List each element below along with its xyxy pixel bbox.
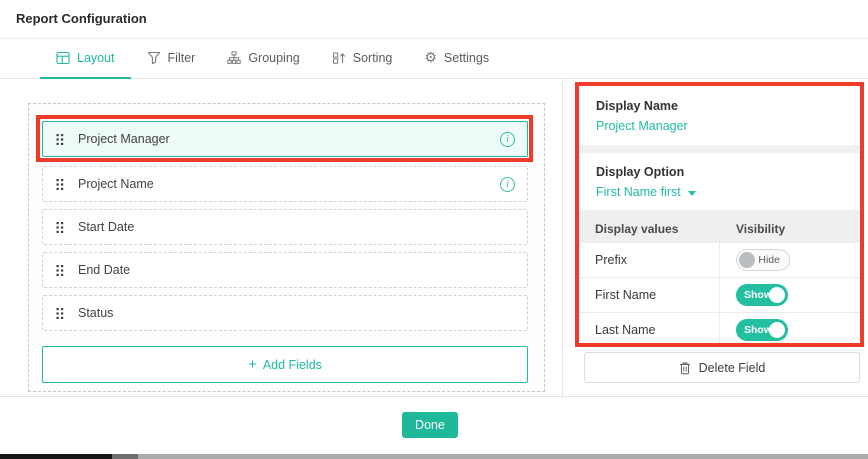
- toggle-knob: [769, 322, 785, 338]
- scrollbar-thumb-fade: [112, 454, 138, 459]
- field-row-start-date[interactable]: Start Date: [42, 209, 528, 245]
- prefix-visibility-toggle[interactable]: Hide: [736, 249, 790, 271]
- table-row-prefix: Prefix Hide: [580, 243, 860, 278]
- info-icon[interactable]: i: [500, 131, 515, 147]
- field-label: Project Manager: [78, 132, 170, 146]
- dialog-title: Report Configuration: [16, 11, 147, 26]
- visibility-table: Display values Visibility Prefix Hide Fi…: [580, 215, 860, 347]
- drag-handle-icon[interactable]: [56, 221, 65, 234]
- delete-field-button[interactable]: Delete Field: [584, 352, 860, 383]
- tab-label: Filter: [167, 51, 196, 65]
- toggle-knob: [769, 287, 785, 303]
- tab-bar: Layout Filter Grouping Sorting ⚙ Setting…: [0, 39, 868, 79]
- tab-layout[interactable]: Layout: [40, 39, 131, 79]
- field-row-end-date[interactable]: End Date: [42, 252, 528, 288]
- tab-label: Sorting: [352, 51, 393, 65]
- display-name-card: Display Name Project Manager: [580, 82, 860, 145]
- display-option-dropdown[interactable]: First Name first: [596, 185, 844, 199]
- drag-handle-icon[interactable]: [56, 264, 65, 277]
- gear-icon: ⚙: [424, 50, 437, 66]
- table-column-divider: [719, 215, 720, 347]
- field-label: Status: [78, 306, 114, 320]
- row-label: First Name: [595, 288, 657, 302]
- toggle-label: Show: [744, 289, 772, 301]
- last-name-visibility-toggle[interactable]: Show: [736, 319, 788, 341]
- plus-icon: +: [248, 355, 257, 373]
- toggle-label: Hide: [758, 254, 780, 266]
- layout-icon: [56, 51, 70, 65]
- row-label: Prefix: [595, 253, 627, 267]
- table-row-last-name: Last Name Show: [580, 313, 860, 347]
- tab-label: Settings: [443, 51, 490, 65]
- display-name-value: Project Manager: [596, 119, 688, 133]
- drag-handle-icon[interactable]: [56, 178, 65, 191]
- card-gap: [580, 145, 860, 153]
- grouping-icon: [227, 51, 242, 65]
- add-fields-label: Add Fields: [262, 357, 322, 372]
- tab-label: Grouping: [248, 51, 300, 65]
- display-option-value: First Name first: [596, 185, 681, 199]
- field-row-project-name[interactable]: Project Name i: [42, 166, 528, 202]
- first-name-visibility-toggle[interactable]: Show: [736, 284, 788, 306]
- filter-icon: [147, 51, 161, 65]
- tab-label: Layout: [77, 51, 115, 65]
- tab-settings[interactable]: ⚙ Settings: [408, 39, 505, 79]
- delete-field-label: Delete Field: [698, 360, 766, 375]
- dialog-titlebar: Report Configuration: [0, 0, 868, 39]
- table-row-first-name: First Name Show: [580, 278, 860, 313]
- column-header-display-values: Display values: [595, 222, 679, 236]
- scrollbar-thumb[interactable]: [0, 454, 112, 459]
- add-fields-button[interactable]: + Add Fields: [42, 346, 528, 383]
- drag-handle-icon[interactable]: [56, 133, 65, 146]
- row-label: Last Name: [595, 323, 656, 337]
- trash-icon: [679, 361, 691, 375]
- toggle-label: Show: [744, 324, 772, 336]
- field-label: Start Date: [78, 220, 135, 234]
- toggle-knob: [739, 252, 755, 268]
- display-name-label: Display Name: [596, 99, 678, 113]
- table-header-row: Display values Visibility: [580, 215, 860, 243]
- chevron-down-icon: [687, 190, 696, 196]
- tab-filter[interactable]: Filter: [131, 39, 212, 79]
- horizontal-scrollbar[interactable]: [0, 454, 868, 459]
- done-button[interactable]: Done: [402, 412, 458, 438]
- info-icon[interactable]: i: [500, 176, 515, 192]
- tab-sorting[interactable]: Sorting: [316, 39, 409, 79]
- field-row-project-manager[interactable]: Project Manager i: [42, 121, 528, 157]
- sorting-icon: [332, 51, 346, 65]
- tab-grouping[interactable]: Grouping: [211, 39, 315, 79]
- panel-divider: [562, 79, 563, 396]
- field-label: End Date: [78, 263, 131, 277]
- dialog-footer: Done: [0, 397, 868, 453]
- field-label: Project Name: [78, 177, 154, 191]
- drag-handle-icon[interactable]: [56, 307, 65, 320]
- column-header-visibility: Visibility: [736, 222, 786, 236]
- display-option-label: Display Option: [596, 165, 685, 179]
- display-option-card: Display Option First Name first: [580, 153, 860, 210]
- field-row-status[interactable]: Status: [42, 295, 528, 331]
